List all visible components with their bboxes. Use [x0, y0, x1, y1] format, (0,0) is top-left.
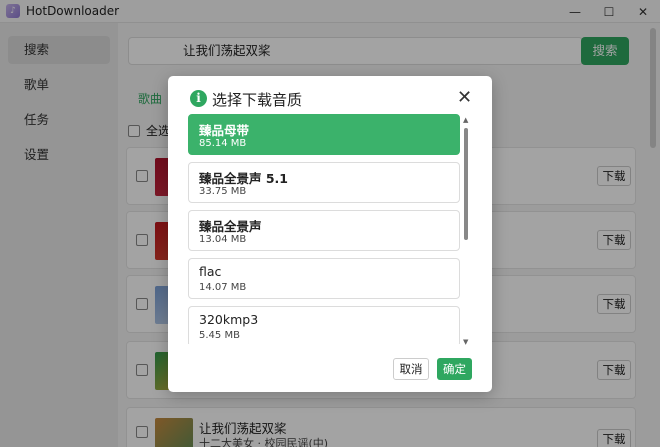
quality-dialog: i 选择下载音质 ✕ 臻品母带 85.14 MB 臻品全景声 5.1 33.75…: [168, 76, 492, 392]
quality-name: flac: [199, 264, 222, 279]
quality-option-320kmp3[interactable]: 320kmp3 5.45 MB: [188, 306, 460, 344]
scroll-up-arrow-icon[interactable]: ▲: [463, 116, 468, 124]
quality-name: 臻品全景声: [199, 219, 262, 234]
confirm-button[interactable]: 确定: [437, 358, 472, 380]
scroll-down-arrow-icon[interactable]: ▼: [463, 338, 468, 346]
quality-name: 320kmp3: [199, 312, 259, 327]
info-icon: i: [190, 90, 207, 107]
quality-name: 臻品母带: [199, 123, 250, 138]
quality-options-list: 臻品母带 85.14 MB 臻品全景声 5.1 33.75 MB 臻品全景声 1…: [188, 114, 462, 344]
quality-size: 5.45 MB: [199, 330, 240, 341]
quality-size: 14.07 MB: [199, 282, 247, 293]
quality-option-atmos[interactable]: 臻品全景声 13.04 MB: [188, 210, 460, 251]
quality-name: 臻品全景声 5.1: [199, 171, 288, 186]
dialog-close-icon[interactable]: ✕: [457, 88, 472, 108]
quality-size: 13.04 MB: [199, 234, 247, 245]
quality-size: 85.14 MB: [199, 138, 247, 149]
dialog-title: 选择下载音质: [212, 91, 303, 109]
quality-option-flac[interactable]: flac 14.07 MB: [188, 258, 460, 299]
quality-option-master[interactable]: 臻品母带 85.14 MB: [188, 114, 460, 155]
quality-size: 33.75 MB: [199, 186, 247, 197]
cancel-button[interactable]: 取消: [393, 358, 429, 380]
dialog-scrollbar-thumb[interactable]: [464, 128, 468, 240]
quality-option-atmos-51[interactable]: 臻品全景声 5.1 33.75 MB: [188, 162, 460, 203]
